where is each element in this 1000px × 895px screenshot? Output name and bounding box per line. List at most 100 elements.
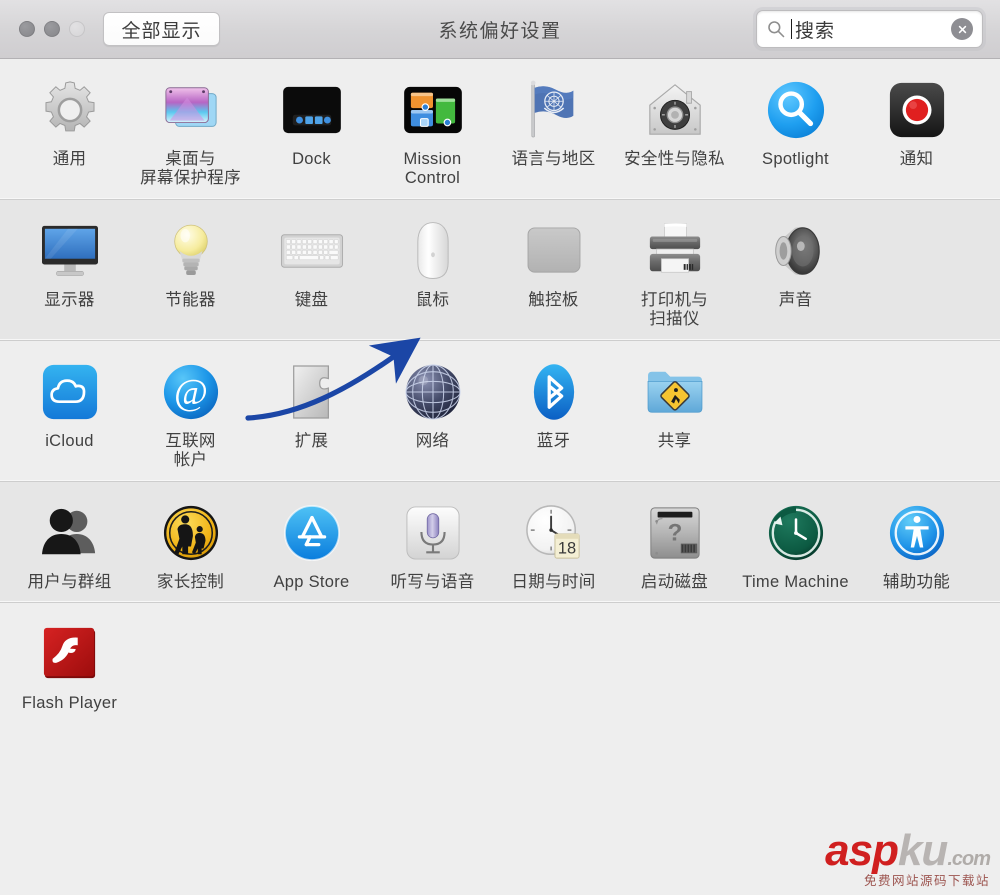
pane-label: 声音 [778, 290, 813, 309]
pane-label: Time Machine [742, 572, 849, 591]
display-icon [38, 219, 102, 283]
pane-bluetooth[interactable]: 蓝牙 [493, 358, 614, 451]
pane-label: 扩展 [294, 431, 329, 450]
minimize-button[interactable] [44, 21, 60, 37]
pane-label: 通知 [899, 150, 934, 168]
security-house-icon [643, 78, 707, 142]
pane-date-time[interactable]: 18 日期与时间 [493, 499, 614, 592]
svg-text:@: @ [174, 371, 208, 412]
pane-label: 辅助功能 [882, 572, 951, 591]
svg-text:18: 18 [557, 539, 575, 557]
system-preferences-window: 全部显示 系统偏好设置 搜索 通用 桌面与 屏幕保护程序 Dock Missio… [0, 0, 1000, 895]
pane-startup-disk[interactable]: ? 启动磁盘 [614, 499, 735, 592]
pane-label: 安全性与隐私 [624, 150, 725, 168]
pane-internet-accounts[interactable]: @ 互联网 帐户 [130, 358, 251, 471]
pane-label: 键盘 [294, 290, 329, 309]
text-cursor [791, 19, 792, 39]
pane-sharing[interactable]: 共享 [614, 358, 735, 451]
zoom-button[interactable] [69, 21, 85, 37]
pane-time-machine[interactable]: Time Machine [735, 499, 856, 592]
pane-desktop-screensaver[interactable]: 桌面与 屏幕保护程序 [130, 76, 251, 189]
preferences-row: iCloud @ 互联网 帐户 扩展 网络 蓝牙 共享 [0, 340, 1000, 482]
mission-control-icon [401, 78, 465, 142]
preferences-grid: 通用 桌面与 屏幕保护程序 Dock Mission Control 语言与地区… [0, 59, 1000, 895]
desktop-screensaver-icon [159, 78, 223, 142]
pane-label: 打印机与 扫描仪 [640, 290, 709, 329]
show-all-button[interactable]: 全部显示 [103, 12, 220, 46]
pane-printers-scanners[interactable]: 打印机与 扫描仪 [614, 217, 735, 330]
mouse-icon [401, 219, 465, 283]
pane-keyboard[interactable]: 键盘 [251, 217, 372, 310]
pane-network[interactable]: 网络 [372, 358, 493, 451]
pane-extensions[interactable]: 扩展 [251, 358, 372, 451]
search-field[interactable]: 搜索 [756, 10, 983, 48]
search-input[interactable]: 搜索 [795, 16, 951, 43]
extensions-puzzle-icon [280, 360, 344, 424]
icloud-icon [38, 360, 102, 424]
search-icon [768, 21, 785, 38]
accessibility-icon [885, 501, 949, 565]
preferences-row: Flash Player [0, 603, 1000, 895]
window-controls [19, 21, 85, 37]
pane-general[interactable]: 通用 [9, 76, 130, 169]
pane-label: 显示器 [44, 290, 95, 309]
pane-label: 听写与语音 [390, 572, 475, 591]
pane-label: 语言与地区 [511, 150, 596, 168]
pane-label: iCloud [45, 431, 94, 450]
pane-users-groups[interactable]: 用户与群组 [9, 499, 130, 592]
pane-label: 家长控制 [156, 572, 225, 591]
pane-label: 启动磁盘 [640, 572, 709, 591]
pane-mission-control[interactable]: Mission Control [372, 76, 493, 189]
notifications-icon [885, 78, 949, 142]
pane-label: Flash Player [21, 694, 118, 713]
preferences-row: 用户与群组 家长控制 App Store 听写与语音 18 日期与时间 ? 启动… [0, 481, 1000, 604]
pane-displays[interactable]: 显示器 [9, 217, 130, 310]
pane-dock[interactable]: Dock [251, 76, 372, 169]
pane-label: Dock [292, 150, 331, 168]
pane-label: Spotlight [762, 150, 829, 168]
pane-label: 通用 [52, 150, 87, 168]
keyboard-icon [280, 219, 344, 283]
startup-disk-icon: ? [643, 501, 707, 565]
window-title-text: 系统偏好设置 [438, 20, 562, 42]
pane-label: App Store [273, 572, 350, 591]
sharing-folder-icon [643, 360, 707, 424]
show-all-label: 全部显示 [121, 20, 202, 42]
app-store-icon [280, 501, 344, 565]
pane-spotlight[interactable]: Spotlight [735, 76, 856, 169]
pane-label: 蓝牙 [536, 431, 571, 450]
pane-icloud[interactable]: iCloud [9, 358, 130, 451]
pane-flash-player[interactable]: Flash Player [9, 620, 130, 713]
close-button[interactable] [19, 21, 35, 37]
dictation-microphone-icon [401, 501, 465, 565]
pane-energy-saver[interactable]: 节能器 [130, 217, 251, 310]
trackpad-icon [522, 219, 586, 283]
preferences-row: 显示器 节能器 键盘 鼠标 触控板 打印机与 扫描仪 声音 [0, 199, 1000, 341]
un-flag-icon [522, 78, 586, 142]
pane-label: 共享 [657, 431, 692, 450]
time-machine-icon [764, 501, 828, 565]
parental-controls-icon [159, 501, 223, 565]
users-groups-icon [38, 501, 102, 565]
dock-icon [280, 78, 344, 142]
clear-search-button[interactable] [951, 18, 973, 40]
pane-sound[interactable]: 声音 [735, 217, 856, 310]
pane-dictation-speech[interactable]: 听写与语音 [372, 499, 493, 592]
pane-security-privacy[interactable]: 安全性与隐私 [614, 76, 735, 169]
network-globe-icon [401, 360, 465, 424]
bluetooth-icon [522, 360, 586, 424]
pane-notifications[interactable]: 通知 [856, 76, 977, 169]
pane-parental-controls[interactable]: 家长控制 [130, 499, 251, 592]
date-time-icon: 18 [522, 501, 586, 565]
pane-accessibility[interactable]: 辅助功能 [856, 499, 977, 592]
pane-mouse[interactable]: 鼠标 [372, 217, 493, 310]
spotlight-icon [764, 78, 828, 142]
svg-text:?: ? [667, 520, 682, 547]
titlebar: 全部显示 系统偏好设置 搜索 [0, 0, 1000, 59]
preferences-row: 通用 桌面与 屏幕保护程序 Dock Mission Control 语言与地区… [0, 59, 1000, 200]
pane-trackpad[interactable]: 触控板 [493, 217, 614, 310]
pane-app-store[interactable]: App Store [251, 499, 372, 592]
pane-label: 日期与时间 [511, 572, 596, 591]
pane-language-region[interactable]: 语言与地区 [493, 76, 614, 169]
internet-accounts-icon: @ [159, 360, 223, 424]
